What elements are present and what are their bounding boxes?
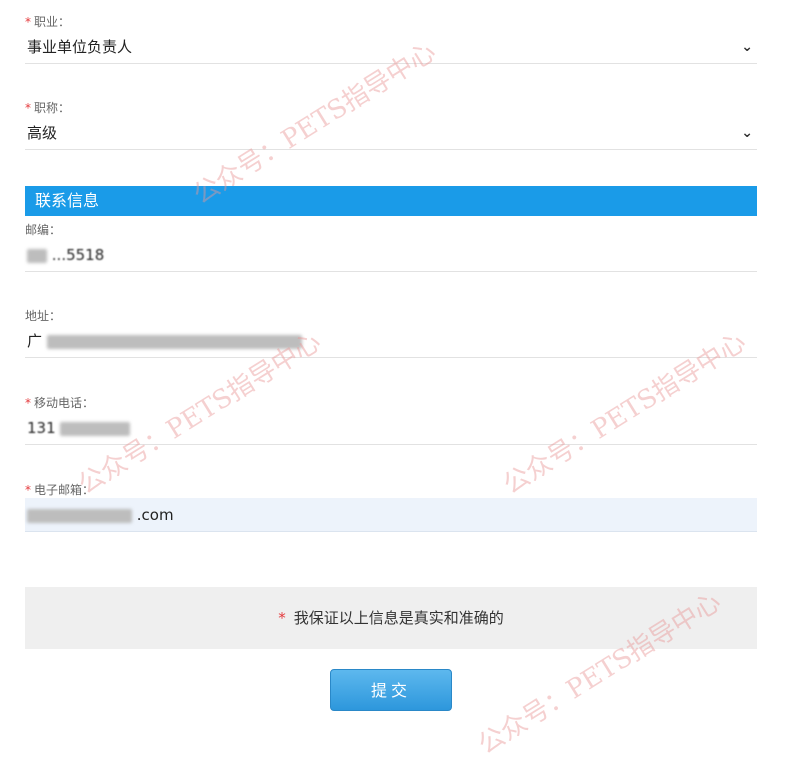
required-mark: * <box>25 15 31 29</box>
mobile-input[interactable]: 131 <box>25 411 757 445</box>
title-select[interactable]: 高级 ⌄ <box>25 116 757 150</box>
mobile-visible-text: 131 <box>27 419 56 437</box>
address-field: 地址： 广 <box>25 308 757 358</box>
redacted-text <box>60 421 131 436</box>
address-visible-text: 广 <box>27 332 43 350</box>
guarantee-text: 我保证以上信息是真实和准确的 <box>293 609 504 627</box>
mobile-field: * 移动电话： 131 <box>25 395 757 445</box>
email-visible-text: .com <box>136 506 174 524</box>
contact-section-header: 联系信息 <box>25 186 757 216</box>
title-field: * 职称： 高级 ⌄ <box>25 100 757 150</box>
email-label: * 电子邮箱： <box>25 483 95 497</box>
required-mark: * <box>25 483 31 497</box>
occupation-field: * 职业： 事业单位负责人 ⌄ <box>25 14 757 64</box>
guarantee-checkbox-row[interactable]: * 我保证以上信息是真实和准确的 <box>25 587 757 649</box>
title-label: * 职称： <box>25 101 71 115</box>
mobile-label: * 移动电话： <box>25 396 95 410</box>
required-mark: * <box>25 101 31 115</box>
occupation-label: * 职业： <box>25 15 71 29</box>
redacted-text <box>46 334 302 349</box>
required-mark: * <box>25 396 31 410</box>
postcode-field: 邮编： ...5518 <box>25 222 757 272</box>
address-label: 地址： <box>25 309 62 323</box>
postcode-label: 邮编： <box>25 223 62 237</box>
required-mark: * <box>278 609 286 627</box>
occupation-selected-value: 事业单位负责人 <box>27 38 133 56</box>
occupation-select[interactable]: 事业单位负责人 ⌄ <box>25 30 757 64</box>
chevron-down-icon: ⌄ <box>741 125 753 141</box>
redacted-text <box>27 248 47 263</box>
email-input[interactable]: .com <box>25 498 757 532</box>
chevron-down-icon: ⌄ <box>741 39 753 55</box>
postcode-input[interactable]: ...5518 <box>25 238 757 272</box>
email-field: * 电子邮箱： .com <box>25 482 757 532</box>
address-input[interactable]: 广 <box>25 324 757 358</box>
redacted-text <box>27 508 132 523</box>
submit-button[interactable]: 提交 <box>330 669 452 711</box>
title-selected-value: 高级 <box>27 124 58 142</box>
postcode-visible-text: ...5518 <box>51 246 105 264</box>
